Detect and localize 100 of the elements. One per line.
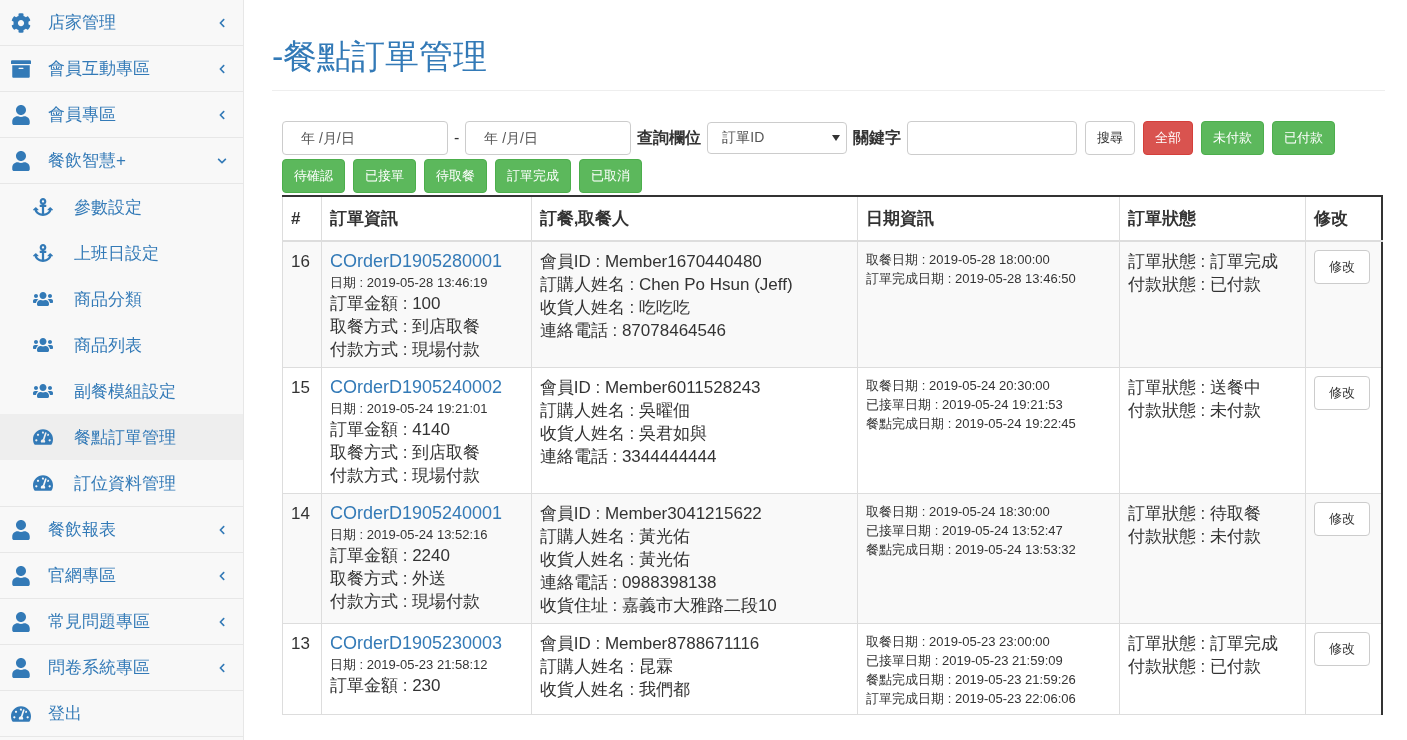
- customer-detail: 收貨人姓名 : 我們都: [539, 679, 691, 702]
- chevron-left-icon: [217, 17, 227, 28]
- row-number: 15: [291, 378, 310, 398]
- filter-button[interactable]: 待取餐: [424, 159, 487, 194]
- customer-detail: 連絡電話 : 87078464546: [539, 320, 727, 343]
- sidebar-item[interactable]: 店家管理: [0, 0, 243, 46]
- order-detail: 取餐方式 : 到店取餐: [329, 316, 482, 339]
- order-id-link[interactable]: COrderD1905240001: [329, 502, 523, 526]
- order-date: 日期 : 2019-05-24 19:21:01: [329, 400, 489, 419]
- filter-button[interactable]: 待確認: [282, 159, 345, 194]
- edit-button[interactable]: 修改: [1313, 502, 1370, 537]
- date-detail: 已接單日期 : 2019-05-23 21:59:09: [866, 652, 1064, 671]
- chevron-left-icon: [217, 524, 227, 535]
- user-icon: [10, 103, 32, 126]
- date-from-field[interactable]: 年 /月/日: [282, 121, 448, 156]
- status-detail: 訂單狀態 : 送餐中: [1127, 377, 1262, 400]
- user-icon: [10, 564, 32, 587]
- filter-button[interactable]: 全部: [1143, 121, 1194, 156]
- field-label: 查詢欄位: [637, 127, 702, 148]
- order-id-link[interactable]: COrderD1905230003: [329, 632, 523, 656]
- gauge-icon: [32, 426, 54, 448]
- user-icon: [10, 610, 32, 633]
- sidebar-subitem[interactable]: 訂位資料管理: [0, 460, 243, 506]
- date-detail: 訂單完成日期 : 2019-05-23 22:06:06: [866, 690, 1077, 709]
- edit-button[interactable]: 修改: [1313, 376, 1370, 411]
- status-detail: 付款狀態 : 已付款: [1127, 656, 1262, 679]
- customer-detail: 會員ID : Member3041215622: [539, 503, 763, 526]
- chevron-left-icon: [217, 109, 227, 120]
- user-icon: [10, 656, 32, 679]
- filter-button[interactable]: 已取消: [579, 159, 642, 194]
- sidebar-item[interactable]: 餐飲智慧+: [0, 138, 243, 184]
- caret-icon: [832, 135, 841, 142]
- date-detail: 已接單日期 : 2019-05-24 13:52:47: [866, 522, 1064, 541]
- sidebar-subitem[interactable]: 商品列表: [0, 322, 243, 368]
- customer-detail: 訂購人姓名 : 昆霖: [539, 656, 674, 679]
- order-detail: 付款方式 : 現場付款: [329, 465, 482, 488]
- customer-detail: 訂購人姓名 : 吳曜佃: [539, 400, 691, 423]
- filter-button[interactable]: 訂單完成: [495, 159, 571, 194]
- keyword-label: 關鍵字: [853, 127, 902, 148]
- chevron-left-icon: [217, 570, 227, 581]
- sidebar-subitem[interactable]: 商品分類: [0, 276, 243, 322]
- date-detail: 餐點完成日期 : 2019-05-24 13:53:32: [866, 541, 1077, 560]
- order-detail: 取餐方式 : 到店取餐: [329, 442, 482, 465]
- anchor-icon: [32, 196, 54, 218]
- filter-button[interactable]: 已接單: [353, 159, 416, 194]
- filter-button[interactable]: 未付款: [1201, 121, 1265, 156]
- user-icon: [10, 518, 32, 541]
- row-number: 14: [291, 504, 310, 524]
- order-detail: 訂單金額 : 230: [329, 675, 442, 698]
- status-detail: 付款狀態 : 未付款: [1127, 526, 1262, 549]
- customer-detail: 收貨住址 : 嘉義市大雅路二段10: [539, 595, 778, 618]
- search-button[interactable]: 搜尋: [1085, 121, 1136, 156]
- sidebar-item[interactable]: 常見問題專區: [0, 599, 243, 645]
- chevron-down-icon: [217, 155, 227, 166]
- keyword-field[interactable]: [907, 121, 1078, 156]
- customer-detail: 會員ID : Member1670440480: [539, 251, 763, 274]
- sidebar-subitem[interactable]: 參數設定: [0, 184, 243, 230]
- order-detail: 訂單金額 : 2240: [329, 545, 451, 568]
- filter-button[interactable]: 已付款: [1272, 121, 1336, 156]
- chevron-left-icon: [217, 662, 227, 673]
- customer-detail: 會員ID : Member8788671116: [539, 633, 761, 656]
- date-separator: -: [453, 129, 461, 148]
- logout-item[interactable]: 登出: [0, 691, 243, 737]
- status-detail: 訂單狀態 : 訂單完成: [1127, 633, 1279, 656]
- status-detail: 付款狀態 : 未付款: [1127, 400, 1262, 423]
- sidebar-subitem[interactable]: 餐點訂單管理: [0, 414, 243, 460]
- sidebar-subitem[interactable]: 上班日設定: [0, 230, 243, 276]
- order-detail: 訂單金額 : 4140: [329, 419, 451, 442]
- edit-button[interactable]: 修改: [1313, 632, 1370, 667]
- date-to-field[interactable]: 年 /月/日: [465, 121, 632, 156]
- sidebar-subitem[interactable]: 副餐模組設定: [0, 368, 243, 414]
- sidebar-item[interactable]: 會員互動專區: [0, 46, 243, 92]
- customer-detail: 訂購人姓名 : 黃光佑: [539, 526, 691, 549]
- field-select[interactable]: 訂單ID: [707, 122, 848, 155]
- page-title: -餐點訂單管理: [272, 34, 1385, 92]
- date-detail: 取餐日期 : 2019-05-24 18:30:00: [866, 503, 1051, 522]
- order-date: 日期 : 2019-05-24 13:52:16: [329, 526, 489, 545]
- chevron-left-icon: [217, 63, 227, 74]
- date-detail: 已接單日期 : 2019-05-24 19:21:53: [866, 396, 1064, 415]
- sidebar-item[interactable]: 官網專區: [0, 553, 243, 599]
- customer-detail: 收貨人姓名 : 黃光佑: [539, 549, 691, 572]
- sidebar-item[interactable]: 問卷系統專區: [0, 645, 243, 691]
- date-detail: 取餐日期 : 2019-05-23 23:00:00: [866, 633, 1051, 652]
- date-detail: 訂單完成日期 : 2019-05-28 13:46:50: [866, 270, 1077, 289]
- anchor-icon: [32, 242, 54, 264]
- column-header: 訂餐,取餐人: [531, 196, 858, 242]
- sidebar-item[interactable]: 會員專區: [0, 92, 243, 138]
- status-detail: 訂單狀態 : 待取餐: [1127, 503, 1262, 526]
- date-detail: 取餐日期 : 2019-05-28 18:00:00: [866, 251, 1051, 270]
- order-id-link[interactable]: COrderD1905240002: [329, 376, 523, 400]
- order-date: 日期 : 2019-05-23 21:58:12: [329, 656, 489, 675]
- sidebar-item[interactable]: 餐飲報表: [0, 507, 243, 553]
- order-id-link[interactable]: COrderD1905280001: [329, 250, 523, 274]
- chevron-left-icon: [217, 616, 227, 627]
- gauge-icon: [32, 472, 54, 494]
- edit-button[interactable]: 修改: [1313, 250, 1370, 285]
- customer-detail: 收貨人姓名 : 吳君如與: [539, 423, 708, 446]
- row-number: 13: [291, 634, 310, 654]
- customer-detail: 連絡電話 : 3344444444: [539, 446, 718, 469]
- customer-detail: 會員ID : Member6011528243: [539, 377, 762, 400]
